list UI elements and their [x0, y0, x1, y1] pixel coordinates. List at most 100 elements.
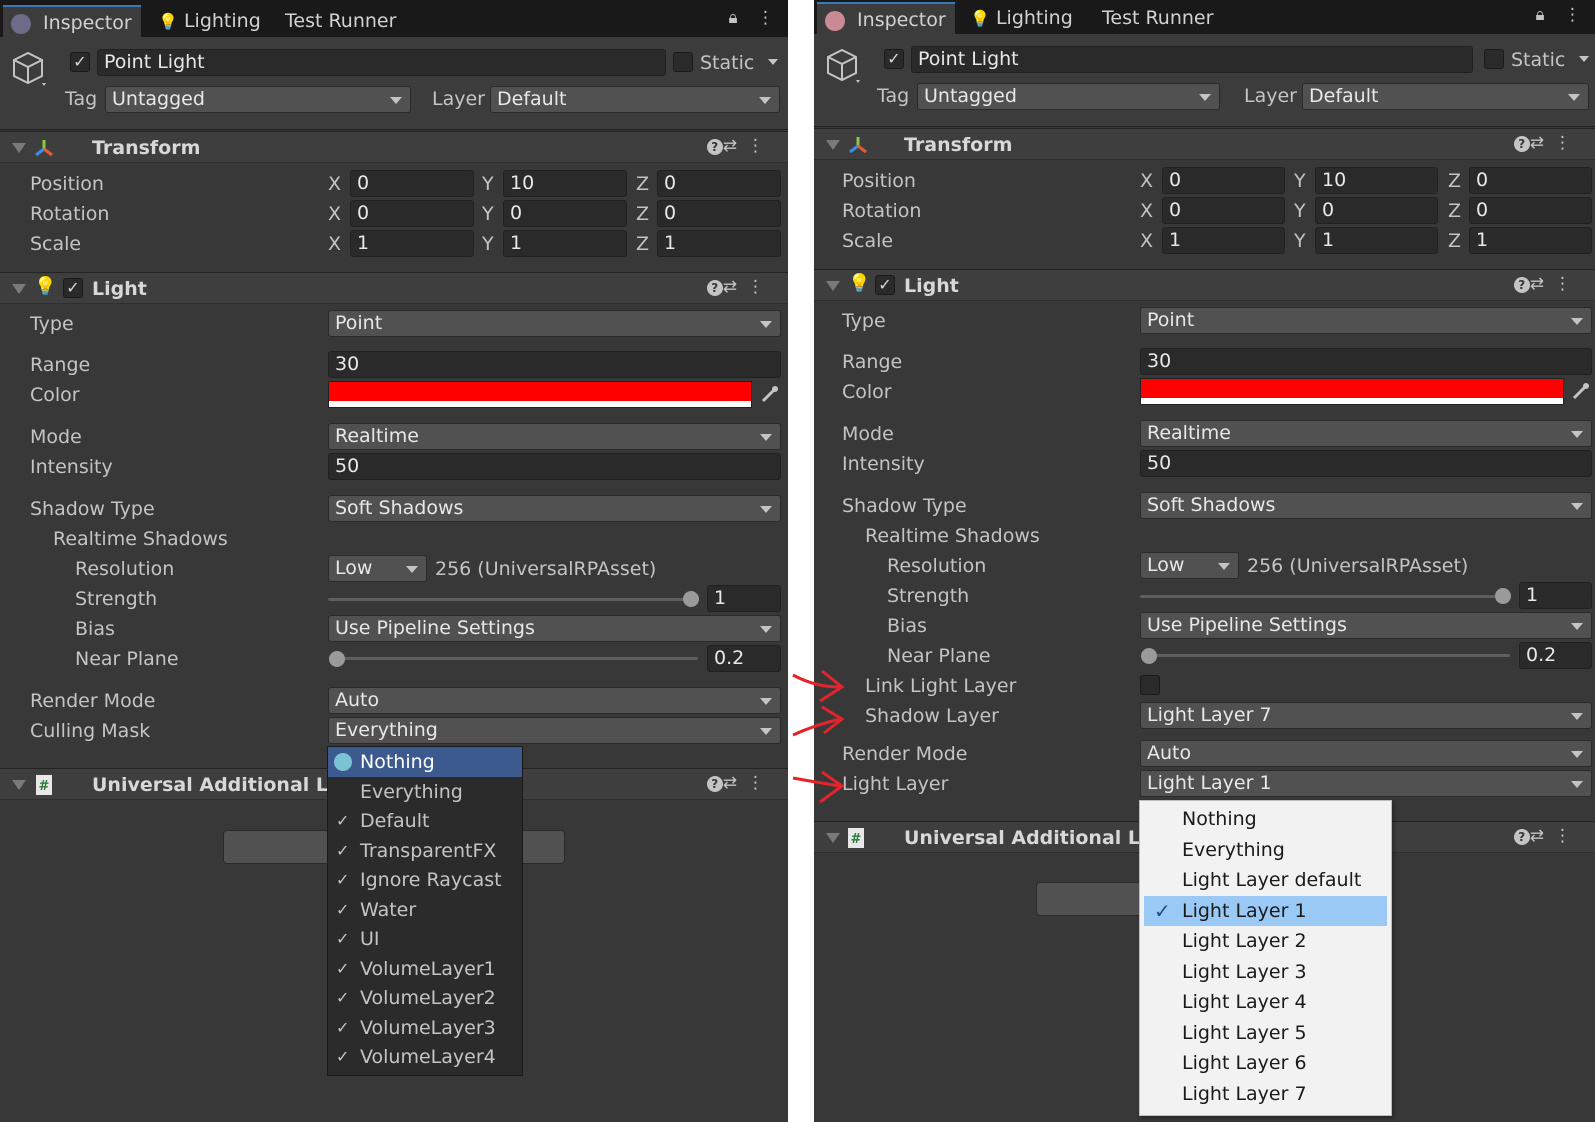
- preset-settings-icon[interactable]: ⇄: [1530, 826, 1554, 846]
- help-icon[interactable]: ?: [1513, 136, 1530, 152]
- strength-slider-handle[interactable]: [1495, 588, 1511, 604]
- color-field[interactable]: [328, 381, 752, 408]
- light-header[interactable]: 💡 ✓ Light ? ⇄⋮: [814, 269, 1595, 301]
- culling-mask-menu-item[interactable]: ✓ UI: [328, 924, 522, 954]
- light-layer-menu-item[interactable]: Light Layer 4: [1144, 987, 1387, 1017]
- culling-mask-menu-item[interactable]: ✓ TransparentFX: [328, 836, 522, 866]
- tab-lighting[interactable]: 💡 Lighting: [152, 5, 267, 37]
- scale-y-field[interactable]: 1: [503, 230, 627, 257]
- bias-dropdown[interactable]: Use Pipeline Settings: [1140, 612, 1592, 639]
- resolution-dropdown[interactable]: Low: [328, 555, 427, 582]
- eyedropper-icon[interactable]: [1566, 378, 1594, 405]
- tag-dropdown[interactable]: Untagged: [917, 83, 1220, 110]
- bias-dropdown[interactable]: Use Pipeline Settings: [328, 615, 781, 642]
- near-plane-slider-handle[interactable]: [1141, 648, 1157, 664]
- render-mode-dropdown[interactable]: Auto: [1140, 740, 1592, 767]
- culling-mask-menu-item[interactable]: ✓ VolumeLayer3: [328, 1013, 522, 1043]
- scale-x-field[interactable]: 1: [350, 230, 474, 257]
- tab-test-runner[interactable]: Test Runner: [1102, 2, 1222, 34]
- position-z-field[interactable]: 0: [1469, 167, 1592, 194]
- color-field[interactable]: [1140, 378, 1564, 405]
- foldout-arrow-icon[interactable]: [12, 780, 26, 790]
- tab-lighting[interactable]: 💡 Lighting: [964, 2, 1079, 34]
- render-mode-dropdown[interactable]: Auto: [328, 687, 781, 714]
- eyedropper-icon[interactable]: [755, 381, 783, 408]
- near-plane-field[interactable]: 0.2: [1519, 642, 1592, 669]
- light-layer-menu-item[interactable]: Light Layer 7: [1144, 1079, 1387, 1109]
- light-layer-menu-item[interactable]: Light Layer 2: [1144, 926, 1387, 956]
- active-checkbox[interactable]: ✓: [884, 49, 904, 69]
- preset-settings-icon[interactable]: ⇄: [723, 277, 747, 297]
- mode-dropdown[interactable]: Realtime: [1140, 420, 1592, 447]
- preset-settings-icon[interactable]: ⇄: [1530, 274, 1554, 294]
- position-x-field[interactable]: 0: [1162, 167, 1285, 194]
- foldout-arrow-icon[interactable]: [826, 833, 840, 843]
- culling-mask-menu-item[interactable]: ✓ Default: [328, 806, 522, 836]
- culling-mask-menu-item[interactable]: ✓ VolumeLayer1: [328, 954, 522, 984]
- tag-dropdown[interactable]: Untagged: [105, 86, 411, 113]
- static-checkbox[interactable]: [1484, 49, 1504, 69]
- kebab-menu-icon[interactable]: ⋮: [1554, 274, 1581, 294]
- layer-dropdown[interactable]: Default: [490, 86, 780, 113]
- help-icon[interactable]: ?: [706, 280, 723, 296]
- rotation-y-field[interactable]: 0: [503, 200, 627, 227]
- preset-settings-icon[interactable]: ⇄: [1530, 133, 1554, 153]
- culling-mask-menu-item[interactable]: Nothing: [328, 747, 522, 777]
- intensity-field[interactable]: 50: [328, 453, 781, 480]
- light-layer-menu-item[interactable]: Everything: [1144, 835, 1387, 865]
- object-name-field[interactable]: Point Light: [97, 49, 666, 76]
- object-name-field[interactable]: Point Light: [911, 46, 1473, 73]
- preset-settings-icon[interactable]: ⇄: [723, 773, 747, 793]
- tab-inspector[interactable]: Inspector: [817, 2, 955, 34]
- type-dropdown[interactable]: Point: [328, 310, 781, 337]
- strength-field[interactable]: 1: [707, 585, 781, 612]
- kebab-menu-icon[interactable]: ⋮: [747, 136, 774, 156]
- kebab-menu-icon[interactable]: ⋮: [747, 277, 774, 297]
- strength-slider-track[interactable]: [1140, 595, 1500, 598]
- tab-inspector[interactable]: Inspector: [3, 5, 141, 37]
- light-layer-menu-item[interactable]: Light Layer 3: [1144, 957, 1387, 987]
- light-enabled-checkbox[interactable]: ✓: [63, 278, 83, 298]
- rotation-x-field[interactable]: 0: [350, 200, 474, 227]
- kebab-menu-icon[interactable]: ⋮: [747, 773, 774, 793]
- type-dropdown[interactable]: Point: [1140, 307, 1592, 334]
- help-icon[interactable]: ?: [706, 776, 723, 792]
- kebab-menu-icon[interactable]: ⋮: [1554, 133, 1581, 153]
- link-light-layer-checkbox[interactable]: [1140, 675, 1160, 695]
- intensity-field[interactable]: 50: [1140, 450, 1592, 477]
- scale-z-field[interactable]: 1: [1469, 227, 1592, 254]
- lock-icon[interactable]: 🔒︎: [1536, 5, 1545, 25]
- culling-mask-menu-item[interactable]: ✓ Ignore Raycast: [328, 865, 522, 895]
- resolution-dropdown[interactable]: Low: [1140, 552, 1239, 579]
- near-plane-slider-handle[interactable]: [329, 651, 345, 667]
- light-layer-dropdown[interactable]: Light Layer 1: [1140, 770, 1592, 797]
- scale-y-field[interactable]: 1: [1315, 227, 1438, 254]
- rotation-y-field[interactable]: 0: [1315, 197, 1438, 224]
- help-icon[interactable]: ?: [1513, 277, 1530, 293]
- light-layer-menu-item[interactable]: Light Layer 6: [1144, 1048, 1387, 1078]
- kebab-menu-icon[interactable]: ⋮: [1554, 826, 1581, 846]
- culling-mask-menu-item[interactable]: Everything: [328, 777, 522, 807]
- position-x-field[interactable]: 0: [350, 170, 474, 197]
- culling-mask-menu-item[interactable]: ✓ Water: [328, 895, 522, 925]
- culling-mask-dropdown[interactable]: Everything: [328, 717, 781, 744]
- rotation-z-field[interactable]: 0: [1469, 197, 1592, 224]
- help-icon[interactable]: ?: [706, 139, 723, 155]
- preset-settings-icon[interactable]: ⇄: [723, 136, 747, 156]
- shadow-type-dropdown[interactable]: Soft Shadows: [1140, 492, 1592, 519]
- gameobject-cube-icon[interactable]: [824, 46, 864, 86]
- light-layer-menu-item[interactable]: Nothing: [1144, 804, 1387, 834]
- position-y-field[interactable]: 10: [503, 170, 627, 197]
- foldout-arrow-icon[interactable]: [826, 281, 840, 291]
- shadow-layer-dropdown[interactable]: Light Layer 7: [1140, 702, 1592, 729]
- foldout-arrow-icon[interactable]: [826, 140, 840, 150]
- strength-slider-handle[interactable]: [683, 591, 699, 607]
- strength-field[interactable]: 1: [1519, 582, 1592, 609]
- culling-mask-menu-item[interactable]: ✓ VolumeLayer2: [328, 983, 522, 1013]
- position-z-field[interactable]: 0: [657, 170, 781, 197]
- light-layer-menu-item[interactable]: ✓ Light Layer 1: [1144, 895, 1387, 926]
- near-plane-field[interactable]: 0.2: [707, 645, 781, 672]
- light-layer-menu-item[interactable]: Light Layer default: [1144, 865, 1387, 895]
- help-icon[interactable]: ?: [1513, 829, 1530, 845]
- static-dropdown-arrow-icon[interactable]: [768, 59, 778, 65]
